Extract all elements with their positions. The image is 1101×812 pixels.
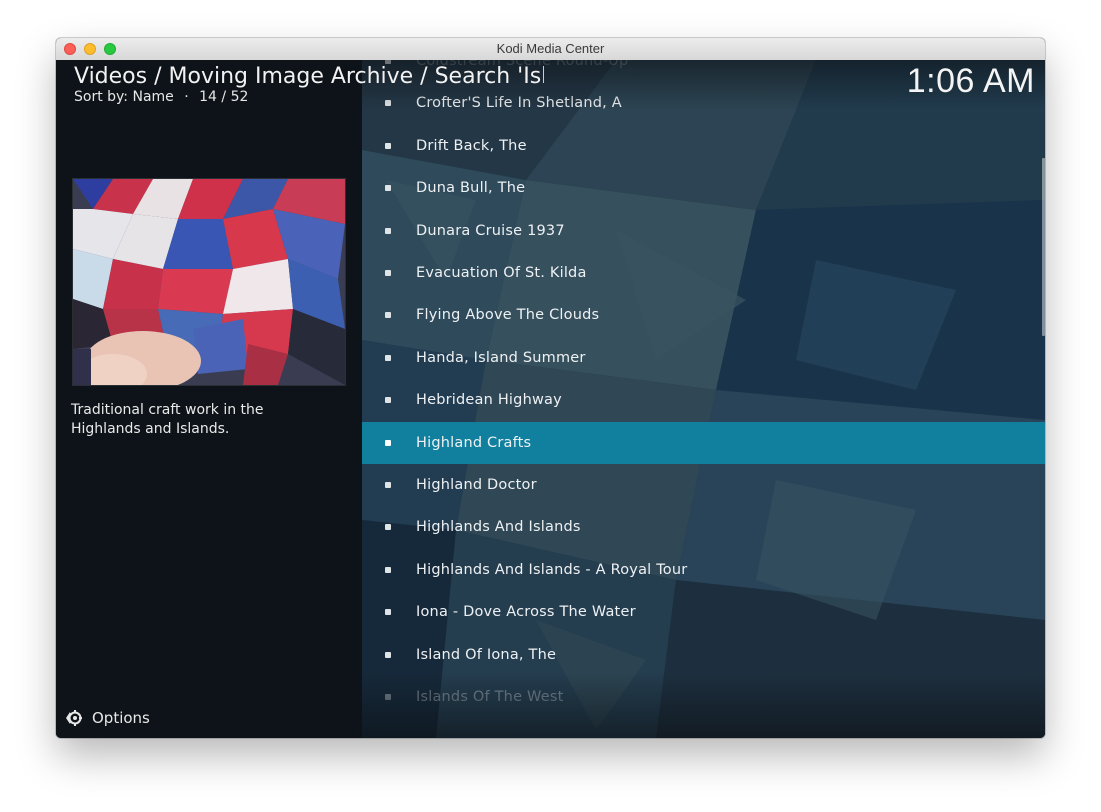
minimize-window-button[interactable] bbox=[84, 43, 96, 55]
window-title: Kodi Media Center bbox=[496, 41, 605, 56]
list-item[interactable]: Dunara Cruise 1937 bbox=[362, 210, 1045, 252]
list-bullet-icon bbox=[385, 439, 391, 446]
list-item[interactable]: Evacuation Of St. Kilda bbox=[362, 252, 1045, 294]
clock: 1:06 AM bbox=[906, 62, 1035, 100]
options-button[interactable]: Options bbox=[64, 708, 150, 728]
list-item[interactable]: Islands Of The West bbox=[362, 676, 1045, 718]
list-item-label: Flying Above The Clouds bbox=[416, 307, 600, 324]
list-item-label: Highlands And Islands bbox=[416, 519, 581, 536]
list-item-label: Handa, Island Summer bbox=[416, 349, 586, 366]
list-item-label: Highland Doctor bbox=[416, 477, 537, 493]
kodi-window: Kodi Media Center Coldstream Scene Round… bbox=[56, 38, 1045, 738]
list-item-label: Islands Of The West bbox=[416, 689, 564, 705]
list-item[interactable]: Highland Doctor bbox=[362, 464, 1045, 506]
list-bullet-icon bbox=[385, 312, 391, 319]
options-gear-icon bbox=[64, 709, 82, 727]
list-item[interactable]: Highlands And Islands - A Royal Tour bbox=[362, 549, 1045, 591]
options-label: Options bbox=[92, 709, 150, 727]
list-item[interactable]: Island Of Iona, The bbox=[362, 634, 1045, 676]
list-item[interactable]: Flying Above The Clouds bbox=[362, 294, 1045, 336]
list-item[interactable]: Drift Back, The bbox=[362, 125, 1045, 167]
list-bullet-icon bbox=[385, 694, 391, 700]
list-item[interactable]: Duna Bull, The bbox=[362, 167, 1045, 209]
sort-label[interactable]: Sort by: Name bbox=[74, 89, 174, 105]
item-position: 14 / 52 bbox=[199, 89, 249, 105]
info-panel bbox=[56, 60, 362, 738]
list-item-label: Island Of Iona, The bbox=[416, 646, 557, 663]
separator: · bbox=[184, 89, 189, 105]
list-bullet-icon bbox=[385, 651, 391, 658]
title-bar: Kodi Media Center bbox=[56, 38, 1045, 61]
list-item[interactable]: Highland Crafts bbox=[362, 421, 1045, 464]
list-bullet-icon bbox=[385, 524, 391, 531]
list-item[interactable]: Highlands And Islands bbox=[362, 506, 1045, 548]
list-item-label: Dunara Cruise 1937 bbox=[416, 222, 565, 239]
list-scrollbar[interactable] bbox=[1042, 158, 1045, 336]
list-item[interactable]: Hebridean Highway bbox=[362, 379, 1045, 421]
list-bullet-icon bbox=[385, 270, 391, 276]
list-bullet-icon bbox=[385, 100, 391, 107]
kodi-content: Coldstream Scene Round-Up Crofter'S Life … bbox=[56, 60, 1045, 738]
list-item-label: Highlands And Islands - A Royal Tour bbox=[416, 561, 688, 578]
zoom-window-button[interactable] bbox=[104, 43, 116, 55]
list-bullet-icon bbox=[385, 566, 391, 573]
list-bullet-icon bbox=[385, 142, 391, 149]
thumbnail-image bbox=[72, 178, 346, 386]
list-bullet-icon bbox=[385, 185, 391, 192]
list-bullet-icon bbox=[385, 397, 391, 404]
list-item[interactable]: Handa, Island Summer bbox=[362, 337, 1045, 379]
list-item-label: Evacuation Of St. Kilda bbox=[416, 265, 587, 281]
plot-text: Traditional craft work in the Highlands … bbox=[71, 402, 264, 437]
list-bullet-icon bbox=[385, 227, 391, 234]
list-bullet-icon bbox=[385, 354, 391, 361]
list-item-label: Duna Bull, The bbox=[416, 180, 526, 197]
list-item-label: Drift Back, The bbox=[416, 137, 527, 154]
list-bullet-icon bbox=[385, 482, 391, 488]
sort-info: Sort by: Name · 14 / 52 bbox=[74, 89, 248, 105]
thumbnail-artwork bbox=[73, 179, 345, 385]
close-window-button[interactable] bbox=[64, 43, 76, 55]
list-item[interactable]: Iona - Dove Across The Water bbox=[362, 591, 1045, 633]
list-bullet-icon bbox=[385, 609, 391, 616]
breadcrumb: Videos / Moving Image Archive / Search '… bbox=[74, 64, 544, 89]
list-item-label: Hebridean Highway bbox=[416, 392, 562, 409]
list-item-label: Iona - Dove Across The Water bbox=[416, 604, 636, 621]
list-item-label: Highland Crafts bbox=[416, 434, 532, 451]
list-item-label: Crofter'S Life In Shetland, A bbox=[416, 95, 622, 112]
